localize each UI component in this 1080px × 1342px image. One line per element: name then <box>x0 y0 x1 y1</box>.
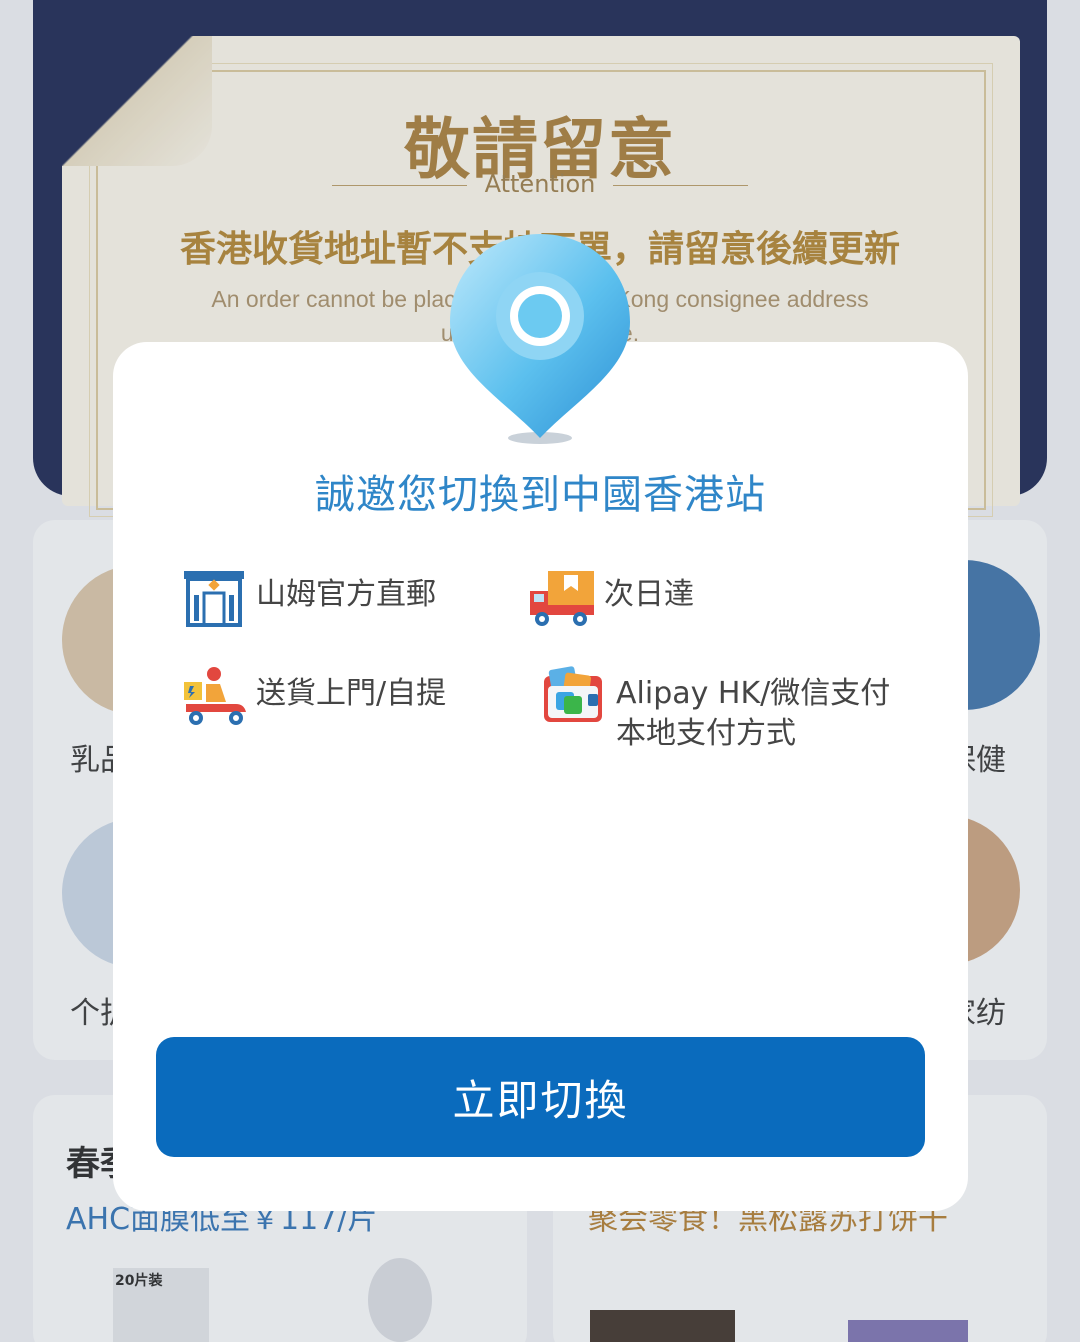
feature-label: 山姆官方直郵 <box>256 577 436 612</box>
feature-local-payment: Alipay HK/微信支付 本地支付方式 <box>540 664 890 754</box>
delivery-truck-icon <box>530 571 594 626</box>
feature-label-line1: Alipay HK/微信支付 <box>616 676 891 711</box>
feature-label: 次日達 <box>604 577 694 612</box>
dialog-title: 誠邀您切換到中國香港站 <box>315 472 766 518</box>
feature-label: 送貨上門/自提 <box>256 676 447 711</box>
courier-scooter-icon <box>184 667 246 725</box>
feature-official-direct-mail: 山姆官方直郵 <box>180 565 436 629</box>
feature-next-day-delivery: 次日達 <box>528 565 694 629</box>
feature-label: Alipay HK/微信支付 本地支付方式 <box>616 664 890 754</box>
storefront-icon <box>184 571 244 627</box>
feature-home-delivery-pickup: 送貨上門/自提 <box>180 664 446 728</box>
wallet-payment-icon <box>544 666 602 722</box>
switch-now-button[interactable]: 立即切換 <box>156 1037 925 1157</box>
feature-label-line2: 本地支付方式 <box>616 716 796 751</box>
location-pin-icon <box>450 234 630 444</box>
